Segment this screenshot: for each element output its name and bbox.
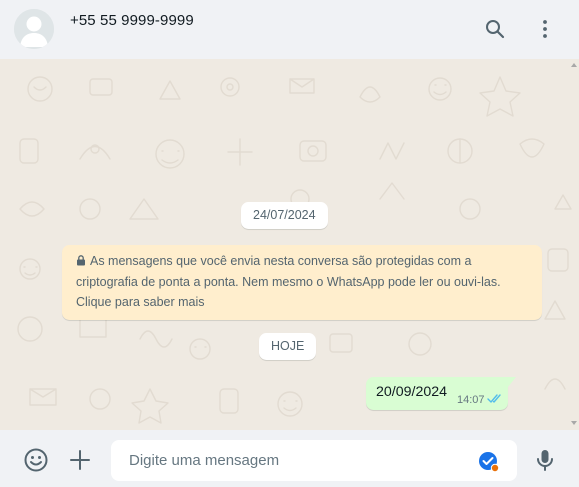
compose-bar [0,430,579,487]
contact-name[interactable]: +55 55 9999-9999 [70,12,194,29]
menu-icon[interactable] [533,17,557,41]
default-avatar-icon [14,9,54,49]
emoji-icon[interactable] [23,447,49,473]
chat-area[interactable]: 24/07/2024 As mensagens que você envia n… [0,59,579,430]
outgoing-message[interactable]: 20/09/2024 14:07 [366,377,516,410]
attach-plus-icon[interactable] [67,447,93,473]
chat-scrollbar[interactable] [569,59,579,430]
lock-icon [77,255,85,266]
search-icon[interactable] [483,17,507,41]
message-time: 14:07 [457,394,485,406]
read-receipt-icon [487,394,501,403]
contact-avatar[interactable] [14,9,54,49]
scroll-up-icon[interactable] [571,62,577,68]
message-text: 20/09/2024 [376,384,448,400]
encryption-notice-text: As mensagens que você envia nesta conver… [76,254,501,309]
encryption-notice[interactable]: As mensagens que você envia nesta conver… [62,245,542,320]
date-divider: 24/07/2024 [241,202,328,229]
message-input[interactable] [129,440,469,481]
bubble-tail [508,377,516,387]
message-input-box[interactable] [111,440,517,481]
mic-icon[interactable] [532,447,558,473]
date-divider-today: HOJE [259,333,317,360]
chat-header: +55 55 9999-9999 [0,0,579,59]
scroll-down-icon[interactable] [571,420,577,426]
grammar-extension-icon[interactable] [478,451,500,473]
